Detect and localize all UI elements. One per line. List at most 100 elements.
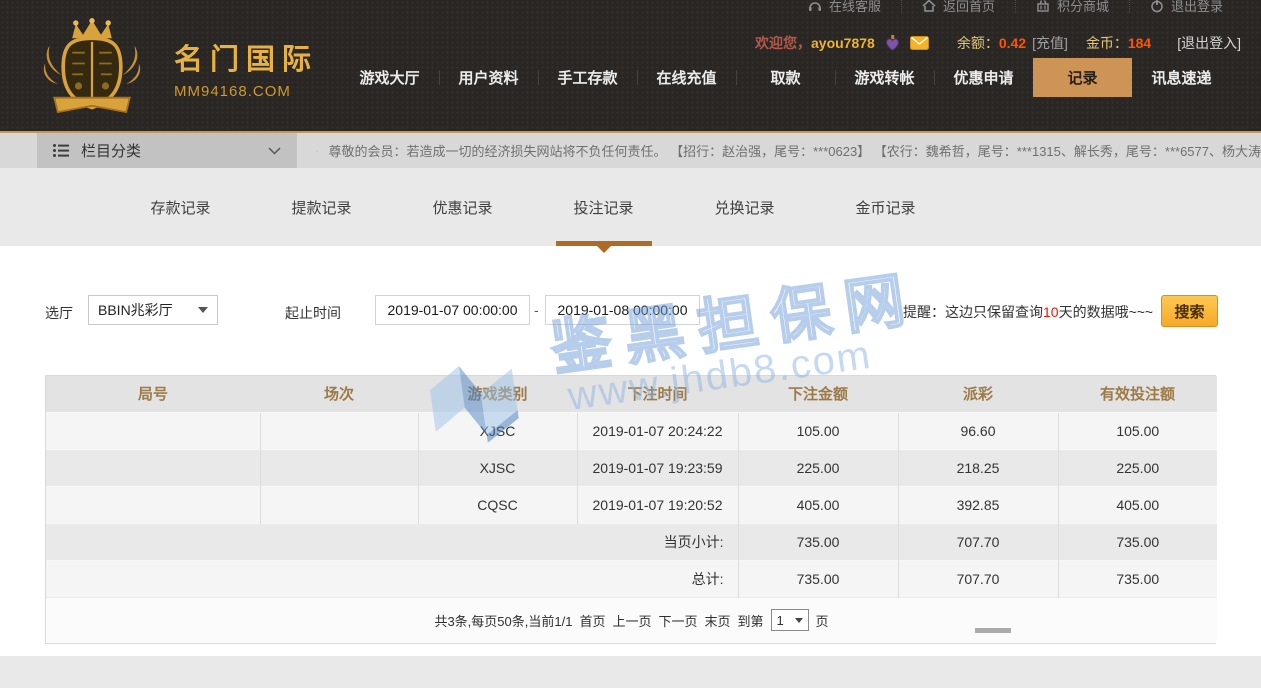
cell xyxy=(260,449,418,486)
speaker-icon xyxy=(316,143,318,159)
search-button-label: 搜索 xyxy=(1174,301,1204,322)
col-header: 下注时间 xyxy=(577,376,738,412)
cell: CQSC xyxy=(418,486,577,523)
reminder-suffix: 天的数据哦~~~ xyxy=(1059,304,1154,320)
cell: XJSC xyxy=(418,412,577,449)
site-header: 在线客服 返回首页 积分商城 退出登录 xyxy=(0,0,1261,133)
topbar-link-logout[interactable]: 退出登录 xyxy=(1129,0,1243,13)
balance-label: 余额： xyxy=(957,33,999,53)
tab-exchange-records[interactable]: 兑换记录 xyxy=(674,168,815,246)
pagination: 共3条,每页50条,当前1/1 首页 上一页 下一页 末页 到第 1 xyxy=(46,609,1217,631)
topbar-link-home[interactable]: 返回首页 xyxy=(901,0,1015,13)
reminder-days: 10 xyxy=(1043,304,1059,320)
page: 在线客服 返回首页 积分商城 退出登录 xyxy=(0,0,1261,688)
announcement-bar: 栏目分类 尊敬的会员：若造成一切的经济损失网站将不负任何责任。 【招行：赵治强，… xyxy=(0,133,1261,168)
hall-select[interactable]: BBIN兆彩厅 xyxy=(88,295,218,325)
nav-label: 讯息速递 xyxy=(1151,67,1211,88)
pagination-prev[interactable]: 上一页 xyxy=(612,611,651,630)
main-nav: 游戏大厅 用户资料 手工存款 在线充值 取款 游戏转帐 优惠申请 记录 讯息速递 xyxy=(340,58,1231,97)
table-row: XJSC 2019-01-07 19:23:59 225.00 218.25 2… xyxy=(46,449,1217,486)
crest-logo-icon xyxy=(38,18,146,118)
chevron-down-icon xyxy=(268,147,281,155)
date-to-input[interactable] xyxy=(545,295,700,325)
cell: 225.00 xyxy=(1058,449,1217,486)
subtotal-value: 735.00 xyxy=(1058,523,1217,560)
nav-item-manual-deposit[interactable]: 手工存款 xyxy=(538,58,637,97)
logo-title: 名门国际 xyxy=(174,36,318,78)
site-logo[interactable]: 名门国际 MM94168.COM xyxy=(38,18,318,118)
nav-item-game-transfer[interactable]: 游戏转帐 xyxy=(835,58,934,97)
nav-item-game-hall[interactable]: 游戏大厅 xyxy=(340,58,439,97)
nav-item-records[interactable]: 记录 xyxy=(1033,58,1132,97)
logo-text: 名门国际 MM94168.COM xyxy=(174,36,318,100)
total-value: 735.00 xyxy=(738,560,898,597)
active-tab-pointer xyxy=(597,246,611,253)
subtotal-value: 735.00 xyxy=(738,523,898,560)
username: ayou7878 xyxy=(811,35,875,51)
topbar-link-points-mall[interactable]: 积分商城 xyxy=(1015,0,1129,13)
pagination-last[interactable]: 末页 xyxy=(705,611,731,630)
tab-withdraw-records[interactable]: 提款记录 xyxy=(251,168,392,246)
tab-promo-records[interactable]: 优惠记录 xyxy=(392,168,533,246)
nav-label: 手工存款 xyxy=(557,67,617,88)
nav-label: 在线充值 xyxy=(656,67,716,88)
bet-records-table: 局号 场次 游戏类别 下注时间 下注金额 派彩 有效投注额 XJSC 201 xyxy=(45,375,1216,644)
page-select[interactable]: 1 xyxy=(771,609,809,631)
balance-value: 0.42 xyxy=(999,35,1026,51)
tab-deposit-records[interactable]: 存款记录 xyxy=(110,168,251,246)
date-range-label: 起止时间 xyxy=(285,303,341,323)
col-header: 有效投注额 xyxy=(1058,376,1217,412)
topbar-link-label: 在线客服 xyxy=(829,0,881,13)
pagination-summary: 共3条,每页50条,当前1/1 xyxy=(434,611,572,630)
nav-item-user-profile[interactable]: 用户资料 xyxy=(439,58,538,97)
col-header: 下注金额 xyxy=(738,376,898,412)
cell: 105.00 xyxy=(1058,412,1217,449)
cell xyxy=(260,412,418,449)
recharge-link[interactable]: [充值] xyxy=(1032,33,1068,53)
vip-heart-icon[interactable] xyxy=(885,35,900,51)
nav-item-withdraw[interactable]: 取款 xyxy=(736,58,835,97)
table-row: XJSC 2019-01-07 20:24:22 105.00 96.60 10… xyxy=(46,412,1217,449)
tab-label: 存款记录 xyxy=(150,197,210,218)
subtotal-value: 707.70 xyxy=(898,523,1058,560)
top-utility-bar: 在线客服 返回首页 积分商城 退出登录 xyxy=(788,0,1243,13)
pagination-first[interactable]: 首页 xyxy=(579,611,605,630)
col-header: 游戏类别 xyxy=(418,376,577,412)
cell xyxy=(46,486,260,523)
cell xyxy=(46,412,260,449)
home-icon xyxy=(922,0,936,13)
total-row: 总计: 735.00 707.70 735.00 xyxy=(46,560,1217,597)
nav-label: 游戏大厅 xyxy=(359,67,419,88)
cell: 2019-01-07 20:24:22 xyxy=(577,412,738,449)
cell xyxy=(260,486,418,523)
tab-label: 投注记录 xyxy=(573,197,633,218)
message-envelope-icon[interactable] xyxy=(910,36,929,50)
nav-item-messages[interactable]: 讯息速递 xyxy=(1132,58,1231,97)
filter-bar: 选厅 BBIN兆彩厅 起止时间 - 提醒：这边只保留查询10天的数据哦~~~ 搜… xyxy=(0,295,1261,327)
topbar-link-customer-service[interactable]: 在线客服 xyxy=(788,0,901,13)
horizontal-scrollbar-thumb[interactable] xyxy=(975,628,1011,633)
goto-suffix: 页 xyxy=(816,611,829,630)
logout-link[interactable]: [退出登入] xyxy=(1177,33,1241,53)
goto-prefix: 到第 xyxy=(738,611,764,630)
tab-bet-records[interactable]: 投注记录 xyxy=(533,168,674,246)
table-header-row: 局号 场次 游戏类别 下注时间 下注金额 派彩 有效投注额 xyxy=(46,376,1217,412)
search-button[interactable]: 搜索 xyxy=(1161,295,1218,327)
nav-item-online-recharge[interactable]: 在线充值 xyxy=(637,58,736,97)
col-header: 局号 xyxy=(46,376,260,412)
announcement-marquee: 尊敬的会员：若造成一切的经济损失网站将不负任何责任。 【招行：赵治强，尾号：**… xyxy=(316,133,1261,168)
topbar-link-label: 退出登录 xyxy=(1171,0,1223,13)
retention-reminder: 提醒：这边只保留查询10天的数据哦~~~ xyxy=(903,302,1153,322)
cart-icon xyxy=(1036,0,1050,13)
cell: 225.00 xyxy=(738,449,898,486)
pagination-next[interactable]: 下一页 xyxy=(658,611,697,630)
coin-value: 184 xyxy=(1128,35,1151,51)
cell: 96.60 xyxy=(898,412,1058,449)
tab-coin-records[interactable]: 金币记录 xyxy=(815,168,956,246)
reminder-prefix: 提醒：这边只保留查询 xyxy=(903,304,1043,320)
page-footer xyxy=(0,656,1261,688)
date-from-input[interactable] xyxy=(375,295,530,325)
nav-item-promo-apply[interactable]: 优惠申请 xyxy=(934,58,1033,97)
power-icon xyxy=(1150,0,1164,13)
category-dropdown[interactable]: 栏目分类 xyxy=(37,133,297,168)
